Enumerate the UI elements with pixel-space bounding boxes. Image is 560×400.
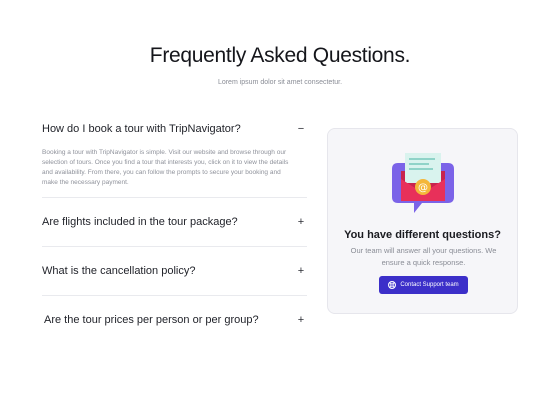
faq-question: Are flights included in the tour package… (42, 216, 238, 228)
faq-item: Are flights included in the tour package… (42, 198, 307, 247)
expand-icon[interactable]: + (295, 265, 307, 277)
expand-icon[interactable]: + (295, 314, 307, 326)
faq-question: How do I book a tour with TripNavigator? (42, 123, 241, 135)
faq-item: What is the cancellation policy? + (42, 247, 307, 296)
page-title: Frequently Asked Questions. (149, 44, 411, 67)
faq-item-header[interactable]: Are flights included in the tour package… (42, 198, 307, 246)
collapse-icon[interactable]: − (295, 123, 307, 135)
letter-line (409, 168, 433, 170)
expand-icon[interactable]: + (295, 216, 307, 228)
faq-question: Are the tour prices per person or per gr… (44, 314, 259, 326)
mail-chat-icon: @ (392, 153, 454, 213)
faq-item-header[interactable]: How do I book a tour with TripNavigator?… (42, 112, 307, 142)
support-card: @ You have different questions? Our team… (327, 128, 518, 314)
faq-item: How do I book a tour with TripNavigator?… (42, 112, 307, 198)
contact-support-button[interactable]: Contact Support team (379, 276, 468, 294)
faq-question: What is the cancellation policy? (42, 265, 196, 277)
contact-support-label: Contact Support team (400, 282, 459, 288)
letter-line (409, 163, 429, 165)
faq-item-header[interactable]: What is the cancellation policy? + (42, 247, 307, 295)
letter-line (409, 158, 435, 160)
support-title: You have different questions? (344, 229, 501, 241)
faq-item-header[interactable]: Are the tour prices per person or per gr… (42, 296, 307, 344)
at-symbol: @ (418, 183, 428, 194)
faq-list: How do I book a tour with TripNavigator?… (42, 112, 307, 344)
faq-item: Are the tour prices per person or per gr… (42, 296, 307, 344)
support-icon (388, 281, 397, 289)
faq-answer: Booking a tour with TripNavigator is sim… (42, 149, 289, 186)
support-text: Our team will answer all your questions.… (350, 246, 497, 267)
page-subtitle: Lorem ipsum dolor sit amet consectetur. (217, 79, 343, 86)
